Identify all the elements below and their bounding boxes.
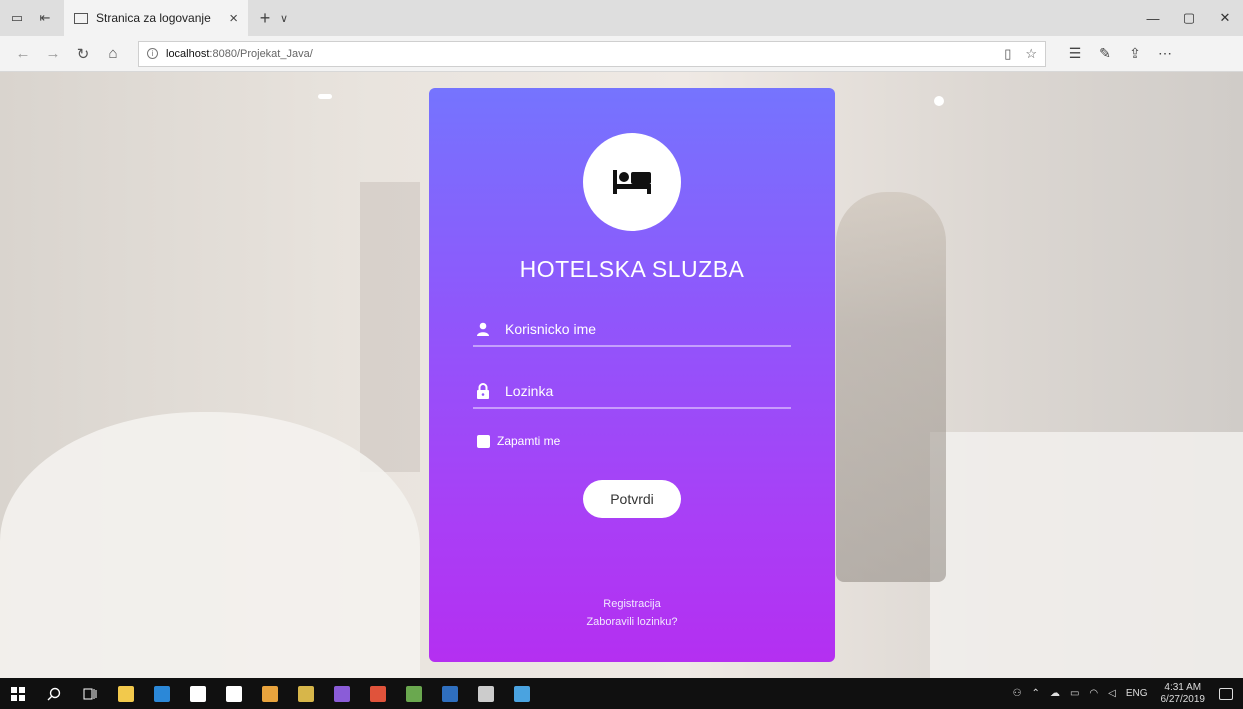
browser-tab-strip: ▭ ⇤ Stranica za logovanje × + ∨ — ▢ ✕: [0, 0, 1243, 36]
app-icon-glyph: [298, 685, 314, 702]
wifi-icon[interactable]: ◠: [1089, 688, 1098, 699]
browser-tools: ☰ ✎ ⇪ ⋯: [1060, 39, 1180, 69]
lock-icon: [475, 383, 491, 399]
ceiling-light: [318, 94, 332, 99]
edge-icon-glyph: [154, 685, 170, 702]
tab-close-icon[interactable]: ×: [229, 10, 238, 27]
search-icon[interactable]: [36, 678, 72, 709]
remember-me[interactable]: Zapamti me: [477, 434, 560, 448]
url-host: localhost: [166, 47, 210, 60]
vs-code-icon[interactable]: [432, 678, 468, 709]
pinned-apps: [108, 678, 540, 709]
app2-icon-glyph: [406, 685, 422, 702]
notifications-icon[interactable]: [1219, 687, 1233, 700]
mail-icon[interactable]: [216, 678, 252, 709]
terminal-icon[interactable]: [468, 678, 504, 709]
page-icon: [74, 12, 88, 24]
submit-button[interactable]: Potvrdi: [583, 480, 681, 518]
chrome-icon[interactable]: [252, 678, 288, 709]
background-table: [0, 412, 420, 678]
new-tab-button[interactable]: +: [252, 5, 278, 31]
app-title: HOTELSKA SLUZBA: [519, 256, 745, 282]
taskbar: ⚇ ⌃ ☁ ▭ ◠ ◁ ENG 4:31 AM 6/27/2019: [0, 678, 1243, 709]
refresh-icon[interactable]: ↻: [68, 39, 98, 69]
file-explorer-icon[interactable]: [108, 678, 144, 709]
minimize-button[interactable]: —: [1135, 0, 1171, 36]
windows-start-icon[interactable]: [0, 678, 36, 709]
login-card: HOTELSKA SLUZBA Zapamti me Potvrdi Regis…: [429, 88, 835, 662]
favorite-star-icon[interactable]: ☆: [1025, 46, 1037, 62]
store-icon[interactable]: [180, 678, 216, 709]
edge-icon[interactable]: [144, 678, 180, 709]
clock-time: 4:31 AM: [1164, 681, 1202, 693]
app2-icon[interactable]: [396, 678, 432, 709]
tab-list-chevron-icon[interactable]: ∨: [280, 12, 300, 25]
background-pillar: [360, 182, 420, 472]
browser-toolbar: ← → ↻ ⌂ i localhost :8080/Projekat_Java/…: [0, 36, 1243, 72]
info-icon[interactable]: i: [147, 48, 158, 59]
visual-studio-icon[interactable]: [324, 678, 360, 709]
favorites-hub-icon[interactable]: ☰: [1060, 39, 1090, 69]
forward-arrow-icon[interactable]: →: [38, 39, 68, 69]
password-field: [473, 375, 791, 409]
address-bar[interactable]: i localhost :8080/Projekat_Java/ ▯ ☆: [138, 40, 1046, 67]
page-background: HOTELSKA SLUZBA Zapamti me Potvrdi Regis…: [0, 72, 1243, 678]
share-icon[interactable]: ⇪: [1120, 39, 1150, 69]
tab-title: Stranica za logovanje: [96, 11, 211, 25]
codeblocks-icon[interactable]: [360, 678, 396, 709]
vs-code-icon-glyph: [442, 685, 458, 702]
clock[interactable]: 4:31 AM 6/27/2019: [1161, 682, 1206, 706]
browser-tab[interactable]: Stranica za logovanje ×: [64, 0, 248, 36]
more-menu-icon[interactable]: ⋯: [1150, 39, 1180, 69]
remember-label: Zapamti me: [497, 434, 561, 448]
reading-view-icon[interactable]: ▯: [1004, 46, 1011, 62]
task-view-icon[interactable]: [72, 678, 108, 709]
codeblocks-icon-glyph: [370, 685, 386, 702]
tab-set-aside-icon[interactable]: ▭: [6, 7, 28, 29]
tray-chevron-icon[interactable]: ⌃: [1032, 688, 1040, 699]
ceiling-light: [934, 96, 944, 106]
visual-studio-icon-glyph: [334, 685, 350, 702]
file-explorer-icon-glyph: [118, 685, 134, 702]
store-icon-glyph: [190, 685, 206, 702]
forgot-password-link[interactable]: Zaboravili lozinku?: [429, 616, 835, 628]
window-controls: — ▢ ✕: [1135, 0, 1243, 36]
clock-date: 6/27/2019: [1160, 693, 1206, 705]
tab-restore-icon[interactable]: ⇤: [34, 7, 56, 29]
bed-icon: [613, 170, 651, 194]
system-tray: ⚇ ⌃ ☁ ▭ ◠ ◁ ENG 4:31 AM 6/27/2019: [1008, 678, 1243, 709]
password-input[interactable]: [505, 383, 775, 399]
close-window-button[interactable]: ✕: [1207, 0, 1243, 36]
pen-icon[interactable]: ✎: [1090, 39, 1120, 69]
home-icon[interactable]: ⌂: [98, 39, 128, 69]
language-indicator[interactable]: ENG: [1126, 688, 1148, 699]
user-icon: [475, 321, 491, 337]
mail-icon-glyph: [226, 685, 242, 702]
app-icon[interactable]: [288, 678, 324, 709]
onedrive-icon[interactable]: ☁: [1050, 688, 1060, 699]
logo: [583, 133, 681, 231]
username-input[interactable]: [505, 321, 775, 337]
url-path: :8080/Projekat_Java/: [209, 47, 313, 60]
volume-icon[interactable]: ◁: [1108, 688, 1116, 699]
restore-button[interactable]: ▢: [1171, 0, 1207, 36]
people-icon[interactable]: ⚇: [1013, 688, 1022, 699]
cube-icon-glyph: [514, 685, 530, 702]
username-field: [473, 313, 791, 347]
battery-icon[interactable]: ▭: [1070, 688, 1079, 699]
terminal-icon-glyph: [478, 685, 494, 702]
register-link[interactable]: Registracija: [429, 598, 835, 610]
back-arrow-icon[interactable]: ←: [8, 39, 38, 69]
background-person: [836, 192, 946, 582]
remember-checkbox[interactable]: [477, 434, 490, 448]
chrome-icon-glyph: [262, 685, 278, 702]
background-counter: [930, 432, 1243, 678]
cube-icon[interactable]: [504, 678, 540, 709]
